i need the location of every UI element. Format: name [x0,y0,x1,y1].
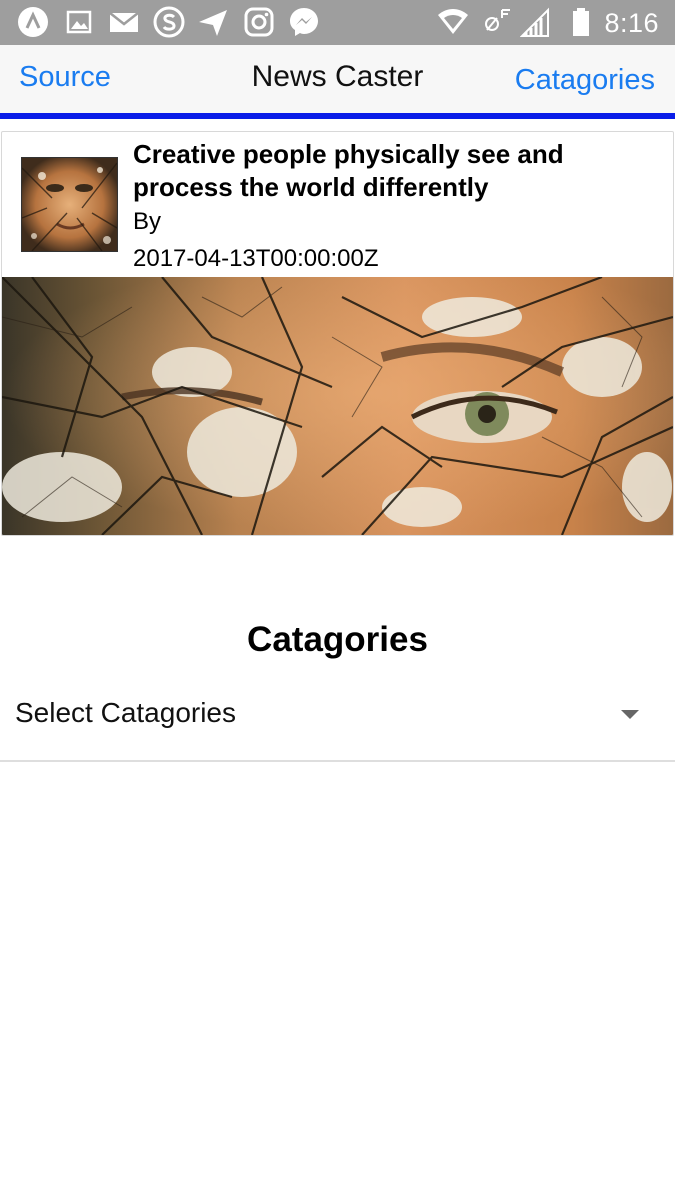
send-icon [199,10,227,36]
nav-divider [0,113,675,119]
status-time: 8:16 [604,8,659,38]
article-headline[interactable]: Creative people physically see and proce… [133,138,653,204]
status-bar: 8:16 [0,0,675,45]
signal-icon [520,7,549,37]
article-thumbnail [21,157,118,252]
chevron-down-icon [621,710,639,719]
no-sim-icon [485,9,510,31]
categories-select[interactable]: Select Catagories [0,686,675,762]
source-button[interactable]: Source [19,61,111,94]
wifi-icon [438,9,468,34]
categories-heading: Catagories [247,620,428,659]
categories-select-value: Select Catagories [15,697,237,728]
battery-icon [573,8,589,36]
instagram-icon [244,7,274,37]
article-hero-image [2,277,673,535]
nav-bar: News Caster Source Catagories [0,45,675,113]
article-card[interactable]: Creative people physically see and proce… [1,131,674,536]
messenger-icon [290,8,318,36]
article-byline: By [133,208,162,235]
skype-icon [153,6,185,38]
app-a-icon [18,7,48,37]
gallery-icon [66,10,92,34]
article-date: 2017-04-13T00:00:00Z [133,245,379,272]
categories-button[interactable]: Catagories [515,64,655,97]
mail-icon [109,12,139,32]
